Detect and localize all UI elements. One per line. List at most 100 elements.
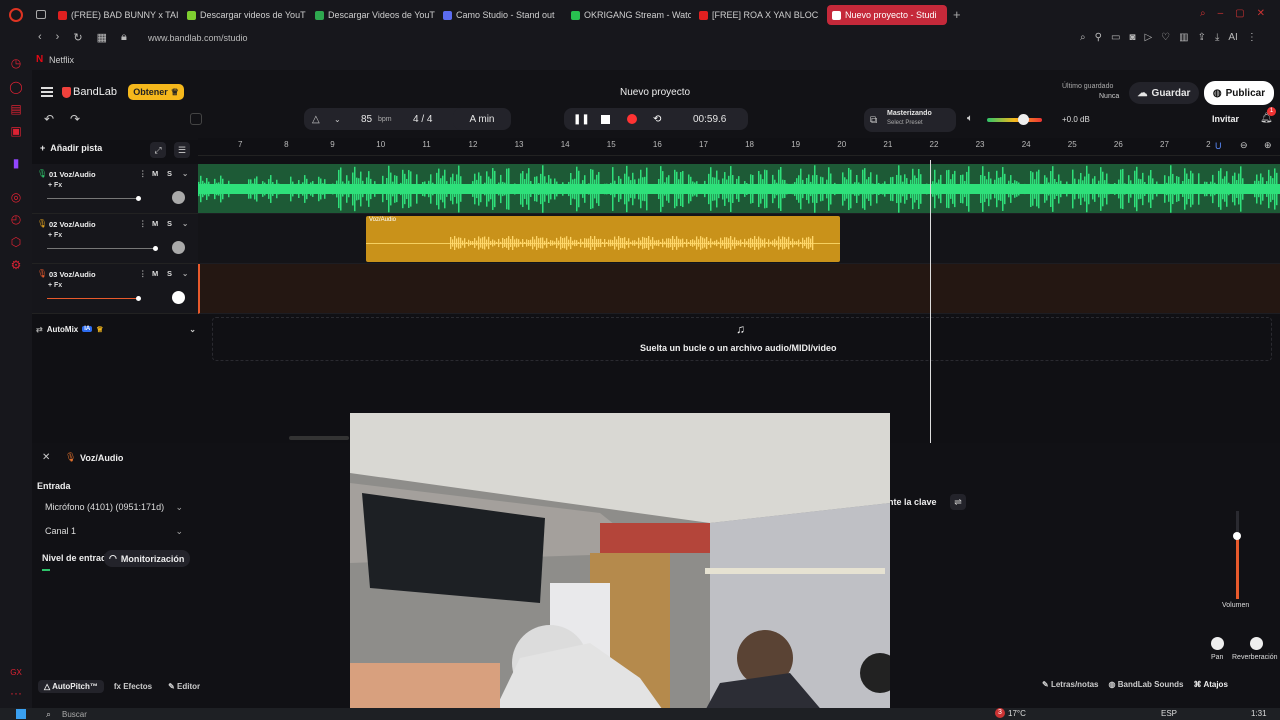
track-header[interactable]: 🎙︎ 01 Voz/Audio + Fx ⋮ M S ⌄	[32, 164, 198, 214]
mute-button[interactable]: M	[152, 219, 158, 228]
grid-icon[interactable]: ▦	[97, 31, 107, 44]
get-button[interactable]: Obtener ♕	[128, 84, 184, 100]
browser-tab[interactable]: Descargar videos de YouT	[187, 5, 307, 25]
zoom-in-icon[interactable]: ⊕	[1264, 140, 1272, 151]
sidebar-instagram-icon[interactable]: ▣	[9, 124, 23, 138]
download-icon[interactable]: ⤓	[1215, 32, 1219, 43]
master-volume-slider[interactable]	[987, 114, 1042, 125]
project-title[interactable]: Nuevo proyecto	[620, 87, 690, 98]
share-icon[interactable]: ⇪	[1198, 32, 1206, 43]
sidebar-history-icon[interactable]: ◴	[9, 212, 23, 226]
key-selector[interactable]: A min	[453, 108, 511, 130]
time-signature[interactable]: 4 / 4	[413, 114, 432, 125]
volume-fader[interactable]	[1233, 511, 1241, 599]
solo-button[interactable]: S	[167, 269, 172, 278]
aria-icon[interactable]: AI	[1228, 32, 1237, 43]
tab-effects[interactable]: fx Efectos	[108, 680, 158, 693]
language[interactable]: ESP	[1161, 709, 1177, 718]
track-fx-button[interactable]: + Fx	[48, 282, 62, 289]
track-pan-knob[interactable]	[172, 291, 185, 304]
tab-autopitch[interactable]: △ AutoPitch™	[38, 680, 104, 693]
back-icon[interactable]: ‹	[38, 31, 42, 44]
mute-button[interactable]: M	[152, 169, 158, 178]
automix-expand-icon[interactable]: ⌄	[189, 325, 196, 334]
minimize-icon[interactable]: –	[1218, 8, 1224, 19]
track-lane-1[interactable]	[198, 164, 1280, 214]
metronome-icon[interactable]: △	[312, 114, 320, 125]
track-lane-2[interactable]: Voz/Audio	[198, 214, 1280, 264]
mastering-button[interactable]: ⧉ Masterizando Select Preset	[864, 108, 956, 132]
pause-icon[interactable]: ❚❚	[573, 114, 590, 125]
track-expand-icon[interactable]: ⌄	[182, 219, 188, 228]
stop-icon[interactable]	[601, 114, 610, 124]
camera-icon[interactable]: ◙	[1129, 32, 1135, 43]
track-options-icon[interactable]: ⋮	[139, 219, 147, 228]
track-volume-knob[interactable]	[153, 246, 158, 251]
browser-tab[interactable]: Camo Studio - Stand out	[443, 5, 563, 25]
redo-icon[interactable]: ↷	[70, 112, 80, 126]
bookmark-icon[interactable]: ▭	[1111, 32, 1120, 43]
undo-icon[interactable]: ↶	[44, 112, 54, 126]
menu-icon[interactable]: ⋮	[1247, 32, 1257, 43]
zoom-icon[interactable]: ⌕	[1080, 32, 1086, 43]
track-number-name[interactable]: 01 Voz/Audio	[49, 170, 96, 179]
sidebar-more-icon[interactable]: ···	[9, 686, 23, 700]
tab-editor[interactable]: ✎ Editor	[162, 680, 206, 693]
taskbar-search[interactable]: Buscar	[62, 710, 87, 719]
sidebar-settings-icon[interactable]: ⚙	[9, 258, 23, 272]
hamburger-menu-icon[interactable]	[41, 87, 53, 97]
pin-icon[interactable]: ⚲	[1095, 32, 1102, 43]
loop-icon[interactable]: ⟲	[653, 114, 661, 125]
track-volume-knob[interactable]	[136, 296, 141, 301]
clock[interactable]: 1:31	[1251, 709, 1267, 718]
browser-tab[interactable]: Nuevo proyecto - Studi	[827, 5, 947, 25]
playhead[interactable]	[930, 160, 931, 443]
track-number-name[interactable]: 02 Voz/Audio	[49, 220, 96, 229]
bookmark-netflix[interactable]: Netflix	[49, 55, 74, 65]
track-volume-slider[interactable]	[47, 296, 141, 301]
settings-sliders-icon[interactable]: ⇌	[950, 494, 966, 510]
track-number-name[interactable]: 03 Voz/Audio	[49, 270, 96, 279]
tab-sounds[interactable]: ◍ BandLab Sounds	[1109, 680, 1184, 689]
forward-icon[interactable]: ›	[56, 31, 60, 44]
master-volume-knob[interactable]	[1018, 114, 1029, 125]
sidebar-gx-icon[interactable]: GX	[9, 666, 23, 680]
browser-tab[interactable]: OKRIGANG Stream - Wato	[571, 5, 691, 25]
browser-tab[interactable]: [FREE] ROA X YAN BLOCK	[699, 5, 819, 25]
track-pan-knob[interactable]	[172, 191, 185, 204]
mute-button[interactable]: M	[152, 269, 158, 278]
automix-row[interactable]: ⇄ AutoMix IA ♕ ⌄	[36, 322, 196, 336]
mic-select[interactable]: Micrófono (4101) (0951:171d) ⌄	[41, 497, 187, 517]
volume-fader-knob[interactable]	[1233, 532, 1241, 540]
track-volume-slider[interactable]	[47, 196, 141, 201]
audio-clip[interactable]: Voz/Audio	[366, 216, 840, 262]
wallet-icon[interactable]: ▥	[1179, 32, 1188, 43]
close-window-icon[interactable]: ✕	[1257, 8, 1265, 19]
play-icon[interactable]: ▷	[1144, 32, 1152, 43]
track-fx-button[interactable]: + Fx	[48, 232, 62, 239]
reload-icon[interactable]: ↻	[73, 31, 82, 44]
magnet-icon[interactable]: U	[1215, 141, 1222, 151]
monitor-button[interactable]: ◠ Monitorización	[104, 550, 190, 567]
sidebar-player-icon[interactable]: ◎	[9, 190, 23, 204]
sidebar-extensions-icon[interactable]: ⬡	[9, 235, 23, 249]
tab-shortcuts[interactable]: ⌘ Atajos	[1194, 680, 1228, 689]
track-expand-icon[interactable]: ⌄	[182, 169, 188, 178]
sidebar-whatsapp-icon[interactable]: ◯	[9, 80, 23, 94]
browser-tab[interactable]: (FREE) BAD BUNNY x TAIN	[58, 5, 178, 25]
channel-select[interactable]: Canal 1 ⌄	[41, 521, 187, 541]
mixer-icon[interactable]: ☰	[174, 142, 190, 158]
sidebar-twitch-icon[interactable]: ▮	[9, 156, 23, 170]
workspace-icon[interactable]	[36, 10, 46, 19]
heart-icon[interactable]: ♡	[1161, 32, 1170, 43]
track-fx-button[interactable]: + Fx	[48, 182, 62, 189]
track-expand-icon[interactable]: ⌄	[182, 269, 188, 278]
key-button[interactable]: nte la clave	[888, 497, 937, 507]
timeline-ruler[interactable]: 7 8 9 10 11 12 13 14 15 16 17 18 19 20 21 22 23 24 25 26 27 2…	[198, 138, 1280, 156]
track-header[interactable]: 🎙︎ 02 Voz/Audio + Fx ⋮ M S ⌄	[32, 214, 198, 264]
reverb-knob[interactable]	[1250, 637, 1263, 650]
track-pan-knob[interactable]	[172, 241, 185, 254]
taskbar-search-icon[interactable]: ⌕	[46, 709, 51, 720]
url-text[interactable]: www.bandlab.com/studio	[148, 33, 248, 43]
metronome-dropdown-icon[interactable]: ⌄	[334, 115, 341, 124]
